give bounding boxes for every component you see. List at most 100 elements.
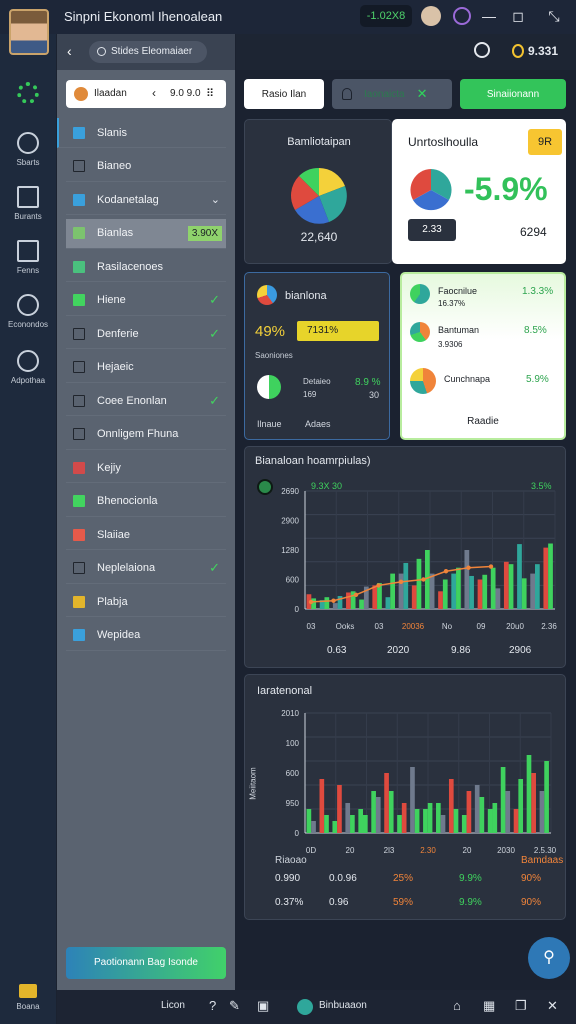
book-icon[interactable]: ❐ [515, 998, 527, 1014]
chart1-footer-item: 0.63 [327, 645, 347, 656]
sidebar-item[interactable]: Slanis [57, 118, 226, 148]
x-tick-label: 03 [375, 622, 384, 631]
chart1-plot: 0 600 1280 2900 2690 03 Ooks 03 20036 No 09 20u0 2.3… [281, 487, 557, 631]
sidebar-item-label: Coee Enonlan [97, 394, 167, 407]
bar [492, 803, 498, 833]
bar [332, 603, 338, 609]
chart-card-2: Iaratenonal Meiitaom 0 950 600 100 2010 0D 20 2… [244, 674, 566, 920]
sidebar-item-label: Slanis [97, 126, 127, 139]
rail-item-settings[interactable] [0, 82, 56, 104]
line-point [443, 569, 449, 574]
fullscreen-icon[interactable]: ⤡ [543, 5, 565, 27]
bar [306, 809, 312, 833]
sidebar-item[interactable]: Bianlas 3.90X [66, 218, 226, 249]
rail-item-fenns[interactable]: Fenns [0, 240, 56, 275]
bar [403, 562, 409, 609]
sidebar-item[interactable]: Bhenocionla [66, 487, 226, 517]
sidebar-item[interactable]: Plabja [66, 587, 226, 617]
sidebar-item[interactable]: Slaiiae [66, 520, 226, 550]
tools-icon[interactable]: ✕ [547, 998, 558, 1014]
overview-card[interactable]: Bamliotaipan 22,640 [244, 119, 392, 264]
rail-item-sbarts[interactable]: Sbarts [0, 132, 56, 167]
sidebar-item[interactable]: Neplelaiona ✓ [66, 554, 226, 584]
item-icon [73, 294, 85, 306]
item-icon [73, 394, 85, 407]
bar [530, 573, 535, 609]
edit-icon[interactable]: ✎ [229, 998, 240, 1014]
allocation-percent: 49% [255, 323, 286, 340]
x-tick-label: 2.36 [541, 622, 557, 631]
maximize-icon[interactable]: ◻ [507, 5, 529, 27]
sidebar-item[interactable]: Kodanetalag ⌄ [66, 185, 226, 215]
bar [436, 803, 441, 833]
rail-item-burants[interactable]: Burants [0, 186, 56, 221]
filter-button[interactable]: Iaonaicta ✕ [332, 79, 452, 109]
stats-cell: 25% [393, 873, 414, 884]
submit-button[interactable]: Sinaiionann [460, 79, 566, 109]
rail-label: Adpothaa [10, 376, 46, 385]
help-icon[interactable]: ? [209, 998, 216, 1013]
chart1-footer-item: 2020 [387, 645, 410, 656]
close-icon[interactable]: ‹ [152, 86, 156, 100]
compass-icon [17, 132, 39, 154]
close-icon[interactable]: ✕ [417, 86, 428, 102]
minimize-icon[interactable]: — [478, 5, 500, 27]
user-avatar[interactable] [9, 9, 49, 55]
user-icon [342, 88, 352, 100]
avatar-icon[interactable] [421, 6, 441, 26]
breakdown-row-label: Faocnilue [438, 286, 478, 296]
bar [390, 573, 395, 609]
stats-cell: 0.990 [275, 873, 301, 884]
sidebar-item[interactable]: Kejiy [66, 453, 226, 483]
y-tick-label: 1280 [281, 546, 299, 555]
sidebar-item-label: Rasilacenoes [97, 260, 164, 273]
rail-item-econondos[interactable]: Econondos [0, 294, 56, 329]
x-tick-label: No [442, 622, 453, 631]
rail-item-adpothaa[interactable]: Adpothaa [0, 350, 56, 385]
allocation-card[interactable]: bianlona 49% 7131% Saoniones Detaieo 169… [244, 272, 390, 440]
item-icon [73, 361, 85, 373]
box-icon[interactable]: ▣ [257, 998, 269, 1014]
search-icon[interactable] [474, 42, 490, 58]
search-icon [97, 47, 106, 56]
highlight-card[interactable]: Unrtoslhoulla 9R -5.9% 2.33 6294 [392, 119, 566, 264]
sidebar-item[interactable]: Rasilacenoes [66, 252, 226, 282]
sidebar-item[interactable]: Hiene ✓ [66, 286, 226, 316]
y-tick-label: 600 [286, 576, 300, 585]
chat-fab[interactable]: ⚲ [528, 937, 570, 979]
sidebar-item[interactable]: Denferie ✓ [66, 319, 226, 349]
sidebar-item[interactable]: Bianeo [66, 152, 226, 182]
sidebar-item[interactable]: Wepidea [66, 621, 226, 651]
file-icon [74, 87, 88, 101]
rail-label: Burants [14, 212, 42, 221]
bar [440, 815, 446, 833]
keyboard-icon [19, 984, 37, 998]
bar [401, 803, 407, 833]
highlight-sub-value: 2.33 [408, 219, 456, 241]
rail-item-boana[interactable]: Boana [0, 984, 56, 1011]
sidebar-item-label: Wepidea [97, 629, 141, 641]
file-selector[interactable]: Ilaadan ‹ 9.0 9.0 ⠿ [66, 80, 226, 108]
breakdown-card[interactable]: Faocnilue 16.37% 1.3.3% Bantuman 3.9306 … [400, 272, 566, 440]
bar [531, 773, 536, 833]
swirl-icon[interactable] [453, 7, 471, 25]
cta-button[interactable]: Paotionann Bag Isonde [66, 947, 226, 979]
sidebar-item[interactable]: Hejaeic [66, 353, 226, 383]
grid-icon[interactable]: ⠿ [206, 87, 214, 100]
grid-icon[interactable]: ▦ [483, 998, 495, 1014]
back-arrow-icon[interactable]: ‹ [67, 43, 72, 59]
bar [505, 791, 511, 833]
bar [425, 550, 430, 609]
sidebar-item-label: Hejaeic [97, 361, 134, 373]
balance-badge[interactable]: -1.02X8 [360, 5, 412, 27]
bar [503, 561, 509, 609]
sidebar-item[interactable]: Coee Enonlan ✓ [66, 386, 226, 416]
sidebar-search[interactable]: Stides Eleomaiaer [89, 41, 207, 63]
chart1-footer-item: 9.86 [451, 645, 471, 656]
bar [358, 809, 364, 833]
highlight-percent: -5.9% [464, 171, 548, 207]
sidebar-item[interactable]: Onnligem Fhuna [66, 420, 226, 450]
chevron-down-icon[interactable]: ⌄ [211, 193, 220, 206]
home-icon[interactable]: ⌂ [453, 998, 461, 1013]
rasio-button[interactable]: Rasio Ilan [244, 79, 324, 109]
